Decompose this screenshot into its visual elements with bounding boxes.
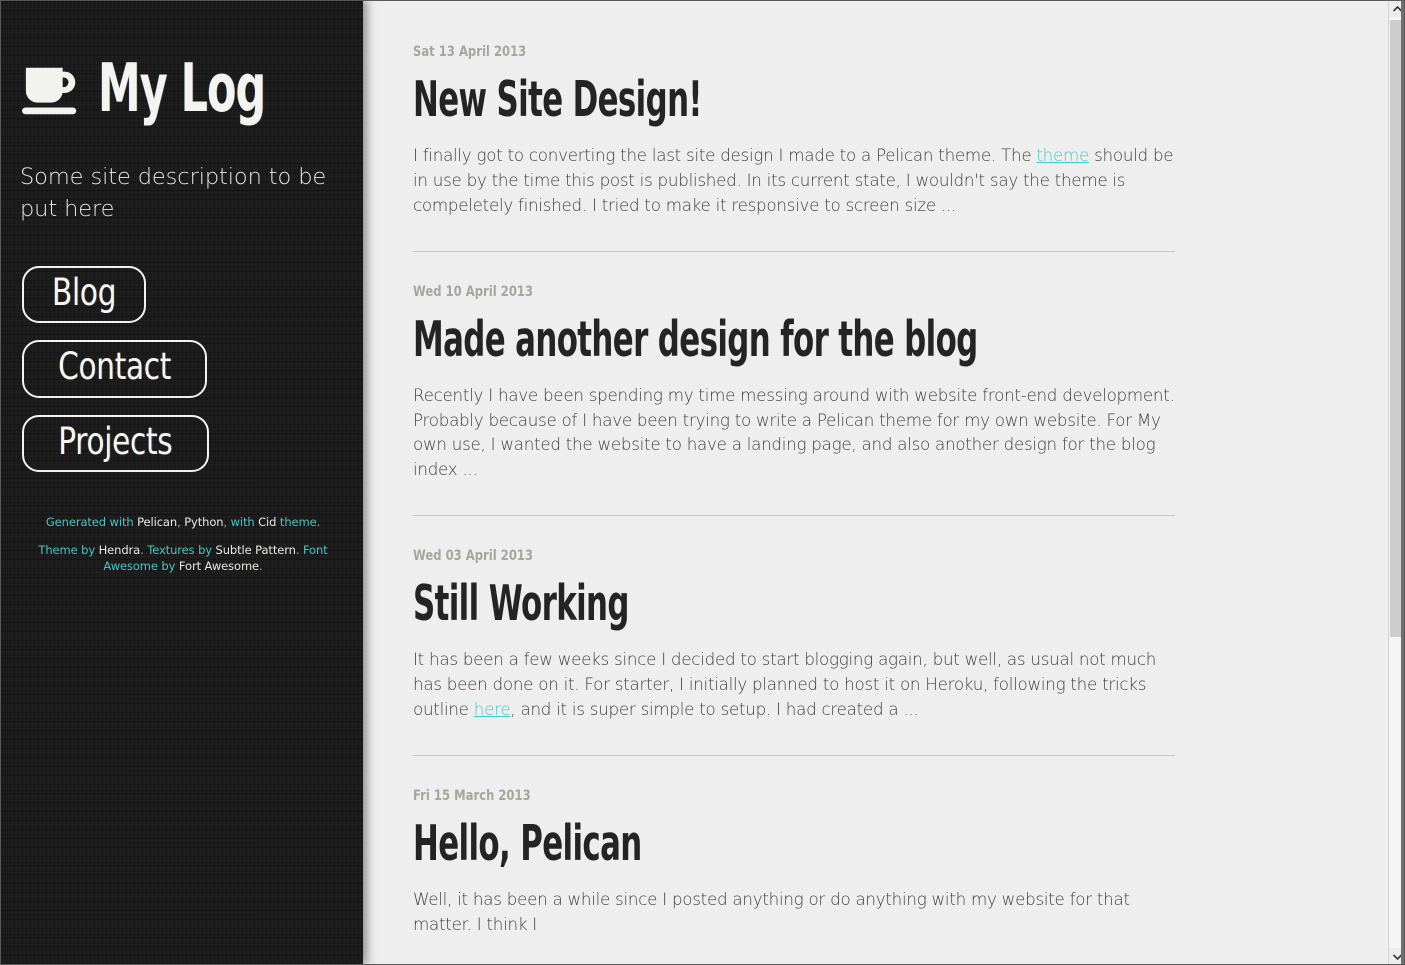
article-title-link[interactable]: Still Working bbox=[413, 575, 629, 632]
summary-text-pre: Recently I have been spending my time me… bbox=[413, 385, 1175, 480]
article-date: Wed 03 April 2013 bbox=[413, 547, 534, 564]
article-summary: Recently I have been spending my time me… bbox=[413, 383, 1175, 482]
summary-inline-link[interactable]: theme bbox=[1036, 145, 1089, 165]
article-list: Sat 13 April 2013 New Site Design! I fin… bbox=[363, 0, 1392, 936]
article-entry: Wed 10 April 2013 Made another design fo… bbox=[413, 284, 1176, 516]
coffee-cup-icon bbox=[22, 63, 84, 119]
credit-link-pelican[interactable]: Pelican bbox=[137, 515, 177, 529]
credit-text: Generated with bbox=[45, 515, 138, 530]
credit-text: . bbox=[259, 558, 263, 573]
site-brand[interactable]: My Log bbox=[22, 52, 345, 124]
credit-text: , with bbox=[223, 515, 259, 530]
article-entry: Sat 13 April 2013 New Site Design! I fin… bbox=[413, 44, 1176, 252]
article-entry: Fri 15 March 2013 Hello, Pelican Well, i… bbox=[413, 788, 1176, 937]
credit-line-theme: Theme by Hendra. Textures by Subtle Patt… bbox=[18, 543, 348, 573]
article-title[interactable]: New Site Design! bbox=[413, 74, 894, 125]
credit-line-generated: Generated with Pelican, Python, with Cid… bbox=[18, 515, 348, 530]
article-entry: Wed 03 April 2013 Still Working It has b… bbox=[413, 548, 1176, 756]
credit-link-subtle-pattern[interactable]: Subtle Pattern bbox=[216, 543, 296, 557]
article-date: Sat 13 April 2013 bbox=[413, 44, 527, 60]
article-title[interactable]: Made another design for the blog bbox=[413, 313, 978, 365]
credit-text: Theme by bbox=[38, 543, 99, 558]
content-area: Sat 13 April 2013 New Site Design! I fin… bbox=[363, 0, 1392, 965]
article-summary: It has been a few weeks since I decided … bbox=[413, 647, 1175, 721]
article-title[interactable]: Hello, Pelican bbox=[413, 815, 894, 872]
article-title-link[interactable]: Hello, Pelican bbox=[413, 815, 642, 872]
browser-window: My Log Some site description to be put h… bbox=[0, 0, 1405, 965]
nav-item-contact-label: Contact bbox=[58, 345, 172, 389]
credit-link-cid[interactable]: Cid bbox=[258, 515, 276, 529]
credit-text: . Textures by bbox=[140, 543, 216, 558]
summary-text-post: , and it is super simple to setup. I had… bbox=[510, 698, 919, 719]
sidebar: My Log Some site description to be put h… bbox=[0, 0, 363, 965]
summary-inline-link[interactable]: here bbox=[474, 699, 511, 719]
summary-text-pre: I finally got to converting the last sit… bbox=[413, 145, 1037, 166]
credit-link-hendra[interactable]: Hendra bbox=[99, 543, 141, 557]
nav-item-blog[interactable]: Blog bbox=[22, 265, 147, 324]
article-date: Fri 15 March 2013 bbox=[413, 787, 531, 804]
site-description: Some site description to be put here bbox=[20, 164, 327, 222]
article-summary: I finally got to converting the last sit… bbox=[413, 143, 1175, 217]
credit-link-fort-awesome[interactable]: Fort Awesome bbox=[179, 559, 259, 573]
credit-link-python[interactable]: Python bbox=[184, 515, 223, 529]
sidebar-credits: Generated with Pelican, Python, with Cid… bbox=[18, 515, 348, 574]
article-summary: Well, it has been a while since I posted… bbox=[413, 887, 1175, 936]
article-title-link[interactable]: New Site Design! bbox=[413, 71, 703, 128]
site-title: My Log bbox=[98, 48, 266, 127]
article-title-link[interactable]: Made another design for the blog bbox=[413, 311, 978, 368]
window-right-strip bbox=[1401, 0, 1405, 965]
summary-text-pre: Well, it has been a while since I posted… bbox=[413, 888, 1130, 934]
nav-item-blog-label: Blog bbox=[52, 270, 117, 314]
nav-item-contact[interactable]: Contact bbox=[22, 340, 208, 398]
nav-item-projects[interactable]: Projects bbox=[22, 414, 209, 473]
article-date: Wed 10 April 2013 bbox=[413, 283, 534, 300]
nav-item-projects-label: Projects bbox=[58, 419, 173, 463]
article-title[interactable]: Still Working bbox=[413, 578, 894, 629]
credit-text: theme. bbox=[276, 515, 321, 530]
site-nav: Blog Contact Projects bbox=[22, 265, 345, 489]
